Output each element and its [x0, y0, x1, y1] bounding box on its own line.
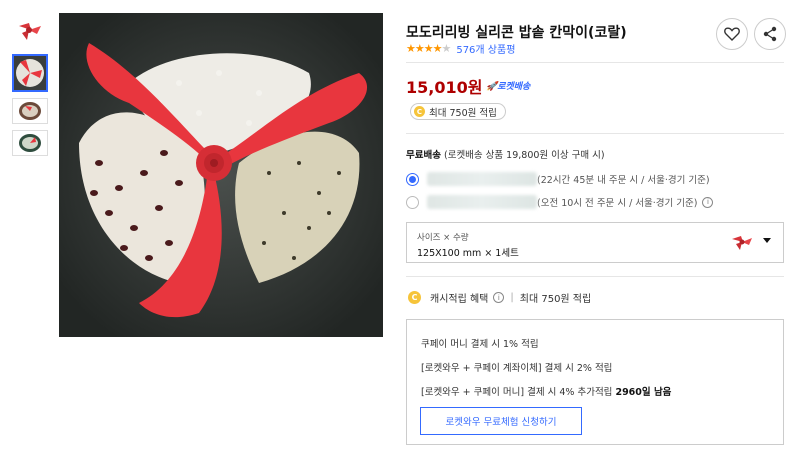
benefit-line-text: [로켓와우 + 쿠페이 머니] 결제 시 4% 추가적립 — [421, 387, 616, 398]
remaining-days: 2960일 남음 — [615, 387, 672, 398]
thumbnail-rice-cooker[interactable] — [12, 54, 48, 92]
cash-benefit-label: 캐시적립 혜택 — [430, 294, 489, 305]
delivery-option-text: (22시간 45분 내 주문 시 / 서울·경기 기준) — [537, 175, 710, 186]
heart-icon — [724, 27, 740, 41]
cash-reward-pill: C 최대 750원 적립 — [410, 103, 506, 120]
rating-row: ★★★★★ 576개 상품평 — [406, 41, 515, 56]
thumbnail-pot-top[interactable] — [12, 98, 48, 124]
cash-reward-text: 최대 750원 적립 — [429, 107, 497, 119]
delivery-option-text: (오전 10시 전 주문 시 / 서울·경기 기준) — [537, 198, 698, 209]
green-pot-thumbnail-image — [19, 134, 41, 152]
option-thumbnail-image — [732, 236, 752, 250]
coin-icon: C — [414, 106, 425, 117]
share-icon — [763, 26, 777, 42]
price: 15,010원 — [406, 78, 483, 97]
blurred-delivery-date — [427, 195, 537, 209]
review-count-link[interactable]: 576개 상품평 — [456, 41, 515, 56]
info-icon[interactable]: i — [493, 292, 505, 303]
divider — [406, 133, 784, 134]
thumbnail-divider-product[interactable] — [12, 14, 48, 48]
delivery-option-radio[interactable] — [406, 172, 419, 186]
delivery-option[interactable]: (22시간 45분 내 주문 시 / 서울·경기 기준) — [406, 172, 710, 186]
blurred-delivery-date — [427, 172, 537, 186]
coin-icon: C — [408, 291, 421, 304]
wishlist-button[interactable] — [716, 18, 748, 50]
cash-benefit-row: C 캐시적립 혜택 i | 최대 750원 적립 — [408, 290, 591, 305]
rating-stars-icon: ★★★★★ — [406, 42, 451, 55]
divider-thumbnail-image — [19, 23, 41, 40]
shipping-info: 무료배송 (로켓배송 상품 19,800원 이상 구매 시) — [406, 147, 605, 161]
benefit-box: 쿠페이 머니 결제 시 1% 적립 [로켓와우 + 쿠페이 계좌이체] 결제 시… — [406, 319, 784, 445]
thumbnail-list — [12, 14, 52, 162]
separator: | — [510, 292, 514, 303]
chevron-down-icon — [763, 238, 771, 243]
delivery-option[interactable]: (오전 10시 전 주문 시 / 서울·경기 기준) i — [406, 195, 714, 209]
rice-divider-photo — [59, 13, 383, 337]
divider — [406, 62, 784, 63]
info-icon[interactable]: i — [702, 196, 714, 208]
benefit-line: [로켓와우 + 쿠페이 머니] 결제 시 4% 추가적립 2960일 남음 — [421, 384, 671, 398]
main-product-image[interactable] — [59, 13, 383, 337]
share-button[interactable] — [754, 18, 786, 50]
option-select-value: 125X100 mm × 1세트 — [417, 248, 519, 259]
divider — [406, 276, 784, 277]
free-shipping-label: 무료배송 — [406, 150, 441, 161]
pot-thumbnail-image — [19, 102, 41, 120]
rice-cooker-thumbnail-image — [14, 56, 46, 90]
product-title: 모도리리빙 실리콘 밥솥 칸막이(코랄) — [406, 25, 627, 41]
cash-benefit-max: 최대 750원 적립 — [519, 294, 592, 305]
option-select-label: 사이즈 × 수량 — [417, 233, 469, 243]
rocketwow-trial-button[interactable]: 로켓와우 무료체험 신청하기 — [420, 407, 582, 435]
benefit-line: [로켓와우 + 쿠페이 계좌이체] 결제 시 2% 적립 — [421, 363, 613, 374]
option-select[interactable]: 사이즈 × 수량 125X100 mm × 1세트 — [406, 222, 784, 263]
rocket-delivery-badge: 🚀로켓배송 — [486, 82, 531, 92]
benefit-line: 쿠페이 머니 결제 시 1% 적립 — [421, 339, 539, 350]
delivery-option-radio[interactable] — [406, 195, 419, 209]
thumbnail-pot-green[interactable] — [12, 130, 48, 156]
shipping-condition: (로켓배송 상품 19,800원 이상 구매 시) — [444, 150, 605, 161]
